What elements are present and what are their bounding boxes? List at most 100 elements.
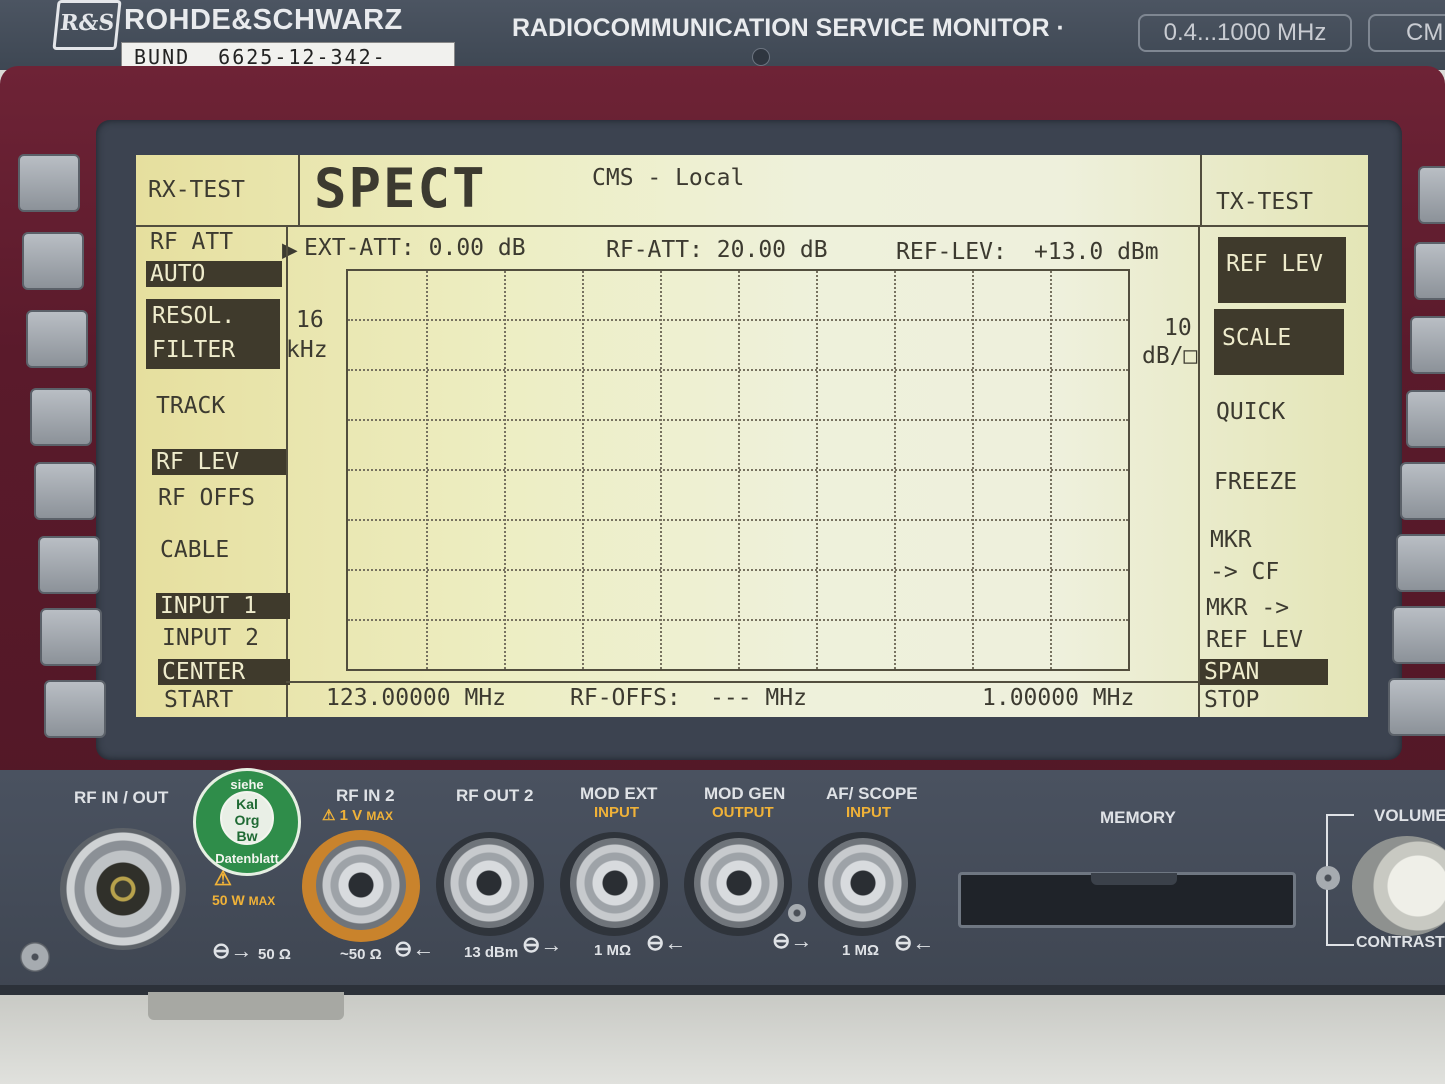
af-scope-sub: INPUT: [846, 804, 891, 821]
status-text: CMS - Local: [592, 165, 745, 191]
left-softkey-3[interactable]: [26, 310, 88, 368]
top-bezel: R&S ROHDE&SCHWARZ BUND6625-12-342-1465 R…: [0, 0, 1445, 97]
rx-test-label[interactable]: RX-TEST: [148, 177, 245, 203]
grid-line: [1050, 271, 1052, 669]
rf-in2-max: ⚠ 1 V MAX: [322, 806, 393, 824]
softkey-stop[interactable]: STOP: [1204, 687, 1259, 713]
rf-in-out-max: 50 W MAX: [212, 892, 275, 908]
center-freq-readout: 123.00000 MHz: [326, 685, 507, 711]
softkey-freeze[interactable]: FREEZE: [1214, 469, 1297, 495]
left-softkey-1[interactable]: [18, 154, 80, 212]
grid-line: [504, 271, 506, 669]
rf-in2-connector[interactable]: [316, 840, 406, 930]
softkey-center[interactable]: CENTER: [158, 659, 290, 685]
af-scope-connector[interactable]: [818, 838, 908, 928]
rf-in-out-connector[interactable]: [60, 828, 186, 950]
right-softkey-3[interactable]: [1410, 316, 1445, 374]
grid-line: [660, 271, 662, 669]
left-softkey-6[interactable]: [38, 536, 100, 594]
softkey-rf-att-auto[interactable]: AUTO: [146, 261, 282, 287]
softkey-start[interactable]: START: [164, 687, 233, 713]
rf-att-readout: RF-ATT: 20.00 dB: [606, 237, 828, 263]
rf-out2-connector[interactable]: [444, 838, 534, 928]
softkey-mkr-cf[interactable]: MKR: [1210, 527, 1252, 553]
right-softkey-8[interactable]: [1388, 678, 1445, 736]
left-softkey-2[interactable]: [22, 232, 84, 290]
softkey-track[interactable]: TRACK: [156, 393, 225, 419]
port-direction-icon: ⊖→: [212, 938, 253, 963]
softkey-mkr-ref-lev-line2[interactable]: REF LEV: [1206, 627, 1303, 653]
softkey-quick[interactable]: QUICK: [1216, 399, 1285, 425]
screw-icon: [20, 942, 50, 972]
scale-unit: dB/□: [1142, 343, 1198, 369]
tx-test-label[interactable]: TX-TEST: [1216, 189, 1313, 215]
softkey-ref-lev-label: REF LEV: [1226, 251, 1323, 277]
softkey-mkr-cf-line2[interactable]: -> CF: [1210, 559, 1279, 585]
softkey-rf-offs[interactable]: RF OFFS: [158, 485, 255, 511]
instrument-title: RADIOCOMMUNICATION SERVICE MONITOR ·: [512, 14, 1065, 43]
mode-title: SPECT: [314, 157, 487, 220]
footer-divider: [286, 681, 1200, 683]
instrument-title-text: RADIOCOMMUNICATION SERVICE MONITOR: [512, 14, 1050, 42]
softkey-cable[interactable]: CABLE: [160, 537, 229, 563]
softkey-input-1[interactable]: INPUT 1: [156, 593, 290, 619]
softkey-filter-label: FILTER: [152, 337, 236, 363]
left-menu-divider: [286, 225, 288, 717]
right-softkey-6[interactable]: [1396, 534, 1445, 592]
softkey-mkr-ref-lev[interactable]: MKR ->: [1206, 595, 1289, 621]
rf-in-out-label: RF IN / OUT: [74, 788, 169, 807]
span-readout: 1.00000 MHz: [982, 685, 1135, 711]
memory-label: MEMORY: [1100, 808, 1176, 827]
right-softkey-2[interactable]: [1414, 242, 1445, 300]
rf-in2-max-sub: MAX: [366, 809, 393, 823]
softkey-ref-lev[interactable]: REF LEV: [1218, 237, 1346, 303]
softkey-span[interactable]: SPAN: [1200, 659, 1328, 685]
lcd-screen: RX-TEST SPECT CMS - Local TX-TEST ▶ EXT-…: [136, 155, 1368, 717]
left-softkey-5[interactable]: [34, 462, 96, 520]
brand-name: ROHDE&SCHWARZ: [124, 4, 403, 36]
mod-gen-label: MOD GEN: [704, 784, 786, 803]
af-scope-impedance: 1 MΩ: [842, 942, 880, 959]
af-scope-label: AF/ SCOPE: [826, 784, 918, 803]
softkey-scale[interactable]: SCALE: [1214, 309, 1344, 375]
memory-card-slot[interactable]: [958, 872, 1296, 928]
softkey-resol-filter[interactable]: RESOL. FILTER: [146, 299, 280, 369]
freq-range-badge: 0.4...1000 MHz: [1138, 14, 1352, 52]
left-softkey-7[interactable]: [40, 608, 102, 666]
warning-icon: ⚠: [322, 807, 336, 824]
right-softkey-1[interactable]: [1418, 166, 1445, 224]
right-softkey-7[interactable]: [1392, 606, 1445, 664]
left-softkey-4[interactable]: [30, 388, 92, 446]
right-menu-divider: [1198, 225, 1200, 717]
mod-ext-impedance: 1 MΩ: [594, 942, 632, 959]
ref-lev-value: +13.0 dBm: [1034, 239, 1159, 265]
right-softkey-5[interactable]: [1400, 462, 1445, 520]
softkey-rf-att[interactable]: RF ATT: [150, 229, 233, 255]
divider: [298, 155, 300, 227]
model-badge: CM: [1368, 14, 1445, 52]
port-direction-icon: ⊖←: [894, 930, 935, 955]
mod-ext-connector[interactable]: [570, 838, 660, 928]
rf-in-out-max-sub: MAX: [248, 894, 276, 908]
port-direction-icon: ⊖→: [522, 932, 563, 957]
grid-line: [894, 271, 896, 669]
left-softkey-8[interactable]: [44, 680, 106, 738]
softkey-input-2[interactable]: INPUT 2: [162, 625, 259, 651]
mod-gen-connector[interactable]: [694, 838, 784, 928]
rf-in-out-max-value: 50 W: [212, 892, 245, 908]
sticker-bottom-text: Datenblatt: [215, 851, 279, 866]
softkey-rf-lev[interactable]: RF LEV: [152, 449, 286, 475]
port-direction-icon: ⊖→: [772, 928, 813, 953]
rs-logo: R&S: [52, 0, 122, 50]
sticker-top-text: siehe: [230, 777, 264, 792]
sticker-line: Bw: [236, 828, 258, 844]
rf-in2-max-value: 1 V: [339, 807, 363, 824]
rf-in-out-impedance: 50 Ω: [258, 946, 291, 963]
chevron-right-icon: ▶: [282, 235, 298, 265]
right-softkey-4[interactable]: [1406, 390, 1445, 448]
contrast-label: CONTRAST: [1356, 934, 1445, 951]
rf-out2-label: RF OUT 2: [456, 786, 534, 805]
rf-offs-label: RF-OFFS:: [570, 685, 681, 711]
grid-line: [738, 271, 740, 669]
calibration-sticker: siehe Kal Org Bw Datenblatt: [193, 768, 301, 876]
